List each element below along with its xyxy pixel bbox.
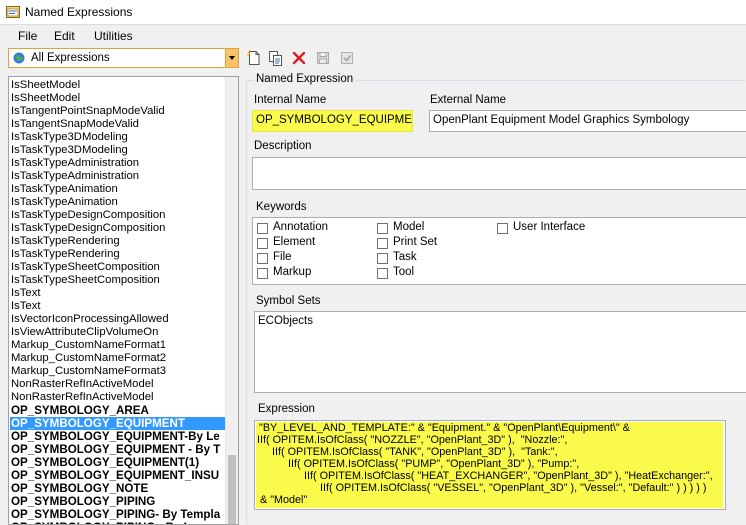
external-name-label: External Name bbox=[430, 94, 507, 106]
internal-name-label: Internal Name bbox=[254, 94, 327, 106]
menu-file[interactable]: File bbox=[18, 29, 37, 43]
keyword-file-checkbox[interactable] bbox=[257, 253, 268, 264]
list-item[interactable]: IsTaskTypeAnimation bbox=[11, 183, 226, 196]
description-label: Description bbox=[254, 140, 312, 152]
copy-icon[interactable] bbox=[267, 50, 283, 66]
list-item[interactable]: IsTangentPointSnapModeValid bbox=[11, 105, 226, 118]
list-item[interactable]: OP_SYMBOLOGY_AREA bbox=[11, 404, 226, 417]
app-icon bbox=[6, 6, 20, 18]
keyword-annotation-label: Annotation bbox=[273, 221, 328, 233]
list-item[interactable]: IsTaskType3DModeling bbox=[11, 144, 226, 157]
list-item[interactable]: IsTaskTypeAnimation bbox=[11, 196, 226, 209]
list-item[interactable]: IsSheetModel bbox=[11, 79, 226, 92]
keyword-print-set-label: Print Set bbox=[393, 236, 438, 248]
menu-utilities[interactable]: Utilities bbox=[94, 29, 133, 43]
list-item[interactable]: OP_SYMBOLOGY_EQUIPMENT-By Le bbox=[11, 430, 226, 443]
list-item[interactable]: Markup_CustomNameFormat2 bbox=[11, 352, 226, 365]
save-icon[interactable] bbox=[315, 50, 331, 66]
keyword-user-interface-checkbox[interactable] bbox=[497, 223, 508, 234]
list-item[interactable]: IsTangentSnapModeValid bbox=[11, 118, 226, 131]
list-item[interactable]: OP_SYMBOLOGY_PIPING bbox=[11, 495, 226, 508]
keyword-task-label: Task bbox=[393, 251, 417, 263]
vertical-scrollbar[interactable] bbox=[225, 77, 238, 524]
list-item[interactable]: IsTaskTypeAdministration bbox=[11, 157, 226, 170]
list-item[interactable]: Markup_CustomNameFormat3 bbox=[11, 365, 226, 378]
keyword-model-label: Model bbox=[393, 221, 425, 233]
symbol-sets-label: Symbol Sets bbox=[256, 295, 321, 307]
list-item[interactable]: IsTaskTypeDesignComposition bbox=[11, 222, 226, 235]
symbol-set-item[interactable]: ECObjects bbox=[258, 315, 313, 327]
list-item[interactable]: IsTaskTypeRendering bbox=[11, 248, 226, 261]
keyword-print-set-checkbox[interactable] bbox=[377, 238, 388, 249]
expression-line-7: & "Model" bbox=[260, 494, 308, 506]
description-field[interactable] bbox=[252, 157, 746, 190]
named-expression-group-title: Named Expression bbox=[254, 73, 356, 85]
keyword-file-label: File bbox=[273, 251, 292, 263]
keyword-markup-label: Markup bbox=[273, 266, 312, 278]
list-item[interactable]: IsTaskTypeDesignComposition bbox=[11, 209, 226, 222]
keyword-user-interface-label: User Interface bbox=[513, 221, 586, 233]
keyword-element-label: Element bbox=[273, 236, 316, 248]
list-item[interactable]: IsText bbox=[11, 300, 226, 313]
list-item[interactable]: IsSheetModel bbox=[11, 92, 226, 105]
new-icon[interactable] bbox=[246, 50, 262, 66]
internal-name-value: OP_SYMBOLOGY_EQUIPMENT bbox=[256, 114, 413, 126]
list-item[interactable]: IsTaskTypeSheetComposition bbox=[11, 261, 226, 274]
keyword-tool-label: Tool bbox=[393, 266, 415, 278]
keyword-task-checkbox[interactable] bbox=[377, 253, 388, 264]
expression-line-1: "BY_LEVEL_AND_TEMPLATE:" & "Equipment." … bbox=[259, 422, 630, 434]
symbol-sets-list[interactable]: ECObjects bbox=[254, 311, 746, 393]
keywords-label: Keywords bbox=[256, 201, 307, 213]
keyword-markup-checkbox[interactable] bbox=[257, 268, 268, 279]
delete-icon[interactable] bbox=[291, 50, 307, 66]
list-item[interactable]: NonRasterRefInActiveModel bbox=[11, 378, 226, 391]
list-item[interactable]: IsText bbox=[11, 287, 226, 300]
list-item[interactable]: IsTaskTypeRendering bbox=[11, 235, 226, 248]
external-name-field[interactable]: OpenPlant Equipment Model Graphics Symbo… bbox=[429, 110, 746, 132]
list-item[interactable]: OP_SYMBOLOGY_PIPING- By Templa bbox=[11, 508, 226, 521]
title-bar: Named Expressions bbox=[0, 0, 746, 25]
keyword-element-checkbox[interactable] bbox=[257, 238, 268, 249]
apply-icon[interactable] bbox=[339, 50, 355, 66]
list-item[interactable]: OP_SYMBOLOGY_EQUIPMENT - By T bbox=[11, 443, 226, 456]
filter-value: All Expressions bbox=[31, 52, 110, 64]
keyword-model-checkbox[interactable] bbox=[377, 223, 388, 234]
keyword-annotation-checkbox[interactable] bbox=[257, 223, 268, 234]
internal-name-field[interactable]: OP_SYMBOLOGY_EQUIPMENT bbox=[252, 110, 413, 132]
chevron-down-icon bbox=[229, 56, 235, 60]
list-item[interactable]: IsVectorIconProcessingAllowed bbox=[11, 313, 226, 326]
external-name-value: OpenPlant Equipment Model Graphics Symbo… bbox=[433, 114, 690, 126]
expression-list[interactable]: IsSheetModel IsSheetModel IsTangentPointSn… bbox=[8, 76, 239, 525]
dropdown-button[interactable] bbox=[225, 49, 238, 67]
list-item[interactable]: IsTaskTypeAdministration bbox=[11, 170, 226, 183]
menu-edit[interactable]: Edit bbox=[54, 29, 75, 43]
scrollbar-thumb[interactable] bbox=[228, 455, 236, 524]
list-item[interactable]: IsTaskType3DModeling bbox=[11, 131, 226, 144]
list-item[interactable]: OP_SYMBOLOGY_PIPING - By Lev bbox=[11, 521, 226, 524]
menu-bar: File Edit Utilities bbox=[0, 26, 746, 46]
expression-line-5: IIf( OPITEM.IsOfClass( "HEAT_EXCHANGER",… bbox=[304, 470, 713, 482]
list-item-selected[interactable]: OP_SYMBOLOGY_EQUIPMENT bbox=[10, 417, 229, 430]
list-item[interactable]: NonRasterRefInActiveModel bbox=[11, 391, 226, 404]
expression-label: Expression bbox=[258, 403, 315, 415]
window-title: Named Expressions bbox=[25, 5, 133, 19]
list-item[interactable]: OP_SYMBOLOGY_NOTE bbox=[11, 482, 226, 495]
list-item[interactable]: OP_SYMBOLOGY_EQUIPMENT_INSU bbox=[11, 469, 226, 482]
expression-line-6: IIf( OPITEM.IsOfClass( "VESSEL", "OpenPl… bbox=[320, 482, 707, 494]
globe-icon bbox=[13, 52, 25, 64]
list-item[interactable]: Markup_CustomNameFormat1 bbox=[11, 339, 226, 352]
list-item[interactable]: IsTaskTypeSheetComposition bbox=[11, 274, 226, 287]
expression-editor[interactable]: "BY_LEVEL_AND_TEMPLATE:" & "Equipment." … bbox=[254, 420, 726, 510]
expression-line-3: IIf( OPITEM.IsOfClass( "TANK", "OpenPlan… bbox=[272, 446, 558, 458]
list-item[interactable]: IsViewAttributeClipVolumeOn bbox=[11, 326, 226, 339]
keyword-tool-checkbox[interactable] bbox=[377, 268, 388, 279]
expression-filter-dropdown[interactable]: All Expressions bbox=[8, 48, 239, 68]
expression-line-4: IIf( OPITEM.IsOfClass( "PUMP", "OpenPlan… bbox=[288, 458, 580, 470]
expression-line-2: IIf( OPITEM.IsOfClass( "NOZZLE", "OpenPl… bbox=[257, 434, 568, 446]
list-item[interactable]: OP_SYMBOLOGY_EQUIPMENT(1) bbox=[11, 456, 226, 469]
panel-splitter[interactable] bbox=[240, 68, 244, 525]
